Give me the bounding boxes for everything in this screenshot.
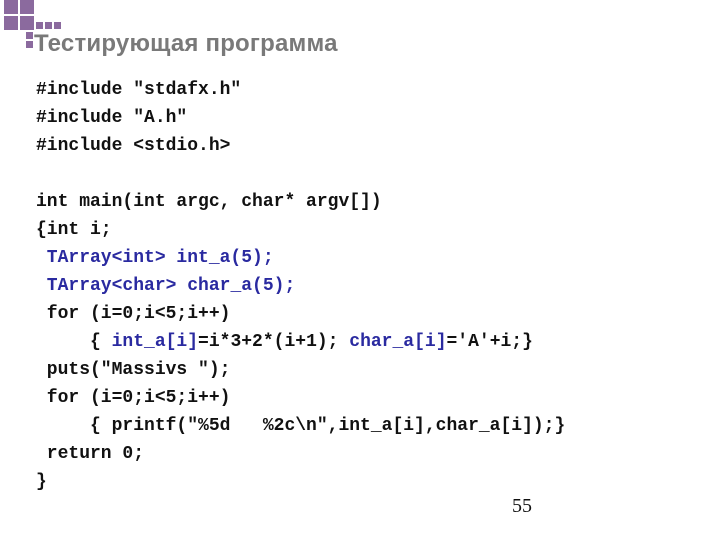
code-line: for (i=0;i<5;i++) <box>36 388 230 408</box>
code-line: #include <stdio.h> <box>36 136 230 156</box>
code-line-highlight: TArray<char> <box>36 276 176 296</box>
code-line-highlight: int_a(5); <box>166 248 274 268</box>
code-line: ='A'+i;} <box>447 332 533 352</box>
code-line-highlight: char_a[i] <box>349 332 446 352</box>
code-line: { <box>36 332 112 352</box>
page-number: 55 <box>512 495 532 518</box>
code-line: { printf("%5d %2c\n",int_a[i],char_a[i])… <box>36 416 565 436</box>
code-line: return 0; <box>36 444 144 464</box>
code-line-highlight: int_a[i] <box>112 332 198 352</box>
code-line: } <box>36 472 47 492</box>
code-line: {int i; <box>36 220 112 240</box>
slide-title: Тестирующая программа <box>34 30 338 58</box>
code-line: puts("Massivs "); <box>36 360 230 380</box>
code-line: int main(int argc, char* argv[]) <box>36 192 382 212</box>
code-line: #include "A.h" <box>36 108 187 128</box>
code-line-highlight: TArray<int> <box>36 248 166 268</box>
code-line: #include "stdafx.h" <box>36 80 241 100</box>
code-line: =i*3+2*(i+1); <box>198 332 349 352</box>
code-line-highlight: char_a(5); <box>176 276 295 296</box>
code-block: #include "stdafx.h" #include "A.h" #incl… <box>36 76 565 496</box>
code-line: for (i=0;i<5;i++) <box>36 304 230 324</box>
